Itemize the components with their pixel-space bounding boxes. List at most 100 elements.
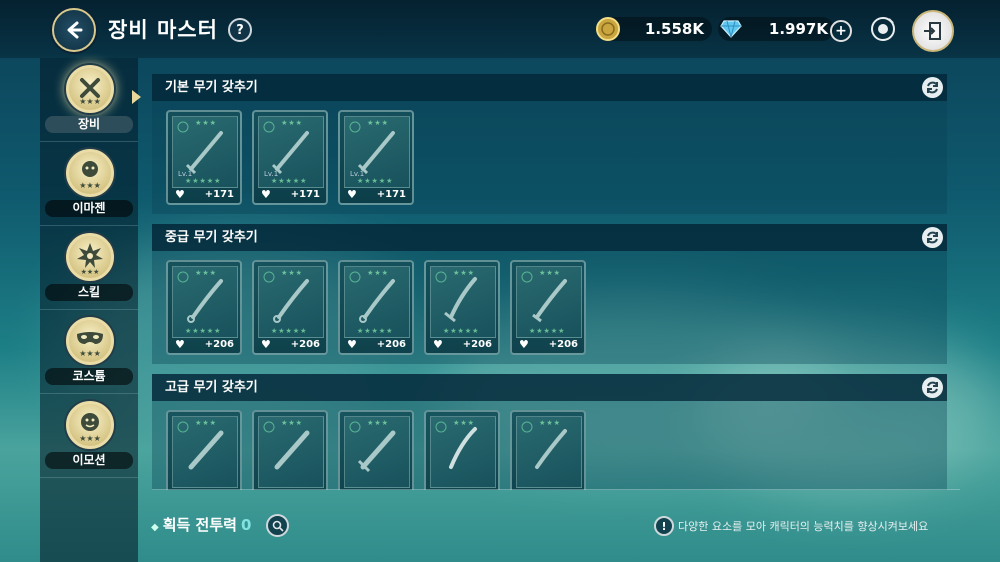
heart-icon: ♥ — [433, 338, 443, 351]
weapon-card[interactable]: ★★★ — [424, 410, 500, 490]
card-value: +171 — [376, 189, 406, 200]
gold-amount: 1.558K — [644, 20, 704, 38]
info-icon: ! — [654, 516, 674, 536]
refresh-button[interactable] — [922, 77, 943, 98]
weapon-card[interactable]: ★★★ ★★★★★ ♥ +206 — [166, 260, 242, 355]
section-title: 기본 무기 갖추기 — [165, 80, 258, 95]
svg-text:★★★: ★★★ — [79, 97, 101, 106]
card-stars: ★★★★★ — [185, 177, 222, 185]
weapon-card[interactable]: ★★★ — [252, 410, 328, 490]
bullet-icon: ◆ — [151, 522, 159, 533]
equipment-icon: ★★★ — [66, 65, 114, 113]
weapon-card[interactable]: ★★★ ★★★★★ ♥ +206 — [252, 260, 328, 355]
svg-text:★★★: ★★★ — [81, 268, 100, 276]
sidebar-item-label: 코스튬 — [45, 368, 133, 385]
card-stars: ★★★★★ — [271, 177, 308, 185]
sidebar-item-equipment[interactable]: ★★★ 장비 — [40, 58, 141, 142]
back-button[interactable] — [52, 8, 96, 52]
svg-text:★★★: ★★★ — [79, 181, 101, 190]
weapon-image: ★★★ Lv.1 ★★★★★ — [172, 116, 238, 188]
imagen-icon: ★★★ — [66, 149, 114, 197]
sidebar-item-label: 스킬 — [45, 284, 133, 301]
section-title: 고급 무기 갖추기 — [165, 380, 258, 395]
sidebar-item-emotion[interactable]: ★★★ 이모션 — [40, 394, 138, 478]
heart-icon: ♥ — [261, 188, 271, 201]
svg-text:★★★: ★★★ — [79, 349, 101, 358]
card-value: +171 — [204, 189, 234, 200]
weapon-card[interactable]: ★★★ Lv.1 ★★★★★ ♥ +171 — [338, 110, 414, 205]
collection-list[interactable]: 기본 무기 갖추기 ★★★ Lv.1 ★★★★★ ♥ +171 ★★★ Lv.1… — [152, 72, 947, 490]
exit-button[interactable] — [912, 10, 954, 52]
weapon-card[interactable]: ★★★ ★★★★★ ♥ +206 — [424, 260, 500, 355]
sidebar-item-skill[interactable]: ★★★ 스킬 — [40, 226, 138, 310]
weapon-card[interactable]: ★★★ ★★★★★ ♥ +206 — [510, 260, 586, 355]
emotion-icon: ★★★ — [66, 401, 114, 449]
card-grade-stars: ★★★ — [453, 419, 475, 427]
card-value: +206 — [204, 339, 234, 350]
hint-text: 다양한 요소를 모아 캐릭터의 능력치를 향상시켜보세요 — [678, 520, 929, 533]
heart-icon: ♥ — [261, 338, 271, 351]
refresh-icon — [927, 231, 938, 244]
weapon-card[interactable]: ★★★ — [510, 410, 586, 490]
saber-icon — [435, 421, 477, 469]
exit-door-icon — [924, 22, 941, 40]
add-diamond-button[interactable]: + — [830, 20, 852, 42]
heart-icon: ♥ — [347, 338, 357, 351]
back-arrow-icon — [67, 21, 83, 39]
refresh-button[interactable] — [922, 377, 943, 398]
sidebar-item-imagen[interactable]: ★★★ 이마젠 — [40, 142, 138, 226]
card-grade-stars: ★★★ — [281, 119, 303, 127]
card-grade-stars: ★★★ — [367, 119, 389, 127]
search-icon — [272, 520, 284, 532]
diamond-icon — [720, 20, 742, 38]
sidebar-item-label: 이모션 — [45, 452, 133, 469]
card-grade-stars: ★★★ — [453, 269, 475, 277]
power-detail-button[interactable] — [266, 514, 289, 537]
gold-coin-icon — [596, 17, 620, 41]
section-basic-header: 기본 무기 갖추기 — [152, 74, 947, 101]
diamond-amount: 1.997K — [768, 20, 828, 38]
sidebar-item-label: 이마젠 — [45, 200, 133, 217]
heart-icon: ♥ — [175, 338, 185, 351]
power-label: 획득 전투력 — [162, 516, 237, 534]
record-icon — [871, 17, 895, 41]
card-stars: ★★★★★ — [443, 327, 480, 335]
section-title: 중급 무기 갖추기 — [165, 230, 258, 245]
weapon-image: ★★★ ★★★★★ — [172, 266, 238, 338]
gold-counter: 1.558K — [596, 17, 712, 41]
costume-icon: ★★★ — [66, 317, 114, 365]
record-button[interactable] — [870, 16, 896, 42]
weapon-image: ★★★ — [172, 416, 238, 488]
saber-icon — [521, 421, 567, 469]
section-advanced-header: 고급 무기 갖추기 — [152, 374, 947, 401]
sidebar-item-costume[interactable]: ★★★ 코스튬 — [40, 310, 138, 394]
skill-icon: ★★★ — [66, 233, 114, 281]
svg-text:★★★: ★★★ — [79, 434, 101, 443]
weapon-card[interactable]: ★★★ — [166, 410, 242, 490]
card-grade-stars: ★★★ — [367, 269, 389, 277]
refresh-button[interactable] — [922, 227, 943, 248]
top-bar: 장비 마스터 ? 1.558K 1.997K + — [0, 0, 1000, 58]
weapon-image: ★★★ ★★★★★ — [430, 266, 496, 338]
refresh-icon — [927, 381, 938, 394]
card-value: +206 — [290, 339, 320, 350]
sidebar: ★★★ 장비 ★★★ 이마젠 ★★★ 스킬 ★★★ 코스튬 ★★★ 이모션 — [40, 58, 141, 562]
diamond-counter: 1.997K — [718, 17, 834, 41]
power-value: 0 — [240, 516, 252, 534]
card-stars: ★★★★★ — [357, 327, 394, 335]
weapon-card[interactable]: ★★★ Lv.1 ★★★★★ ♥ +171 — [166, 110, 242, 205]
card-grade-stars: ★★★ — [195, 419, 217, 427]
weapon-image: ★★★ Lv.1 ★★★★★ — [258, 116, 324, 188]
card-value: +206 — [548, 339, 578, 350]
weapon-card[interactable]: ★★★ — [338, 410, 414, 490]
help-button[interactable]: ? — [228, 18, 252, 42]
weapon-card[interactable]: ★★★ ★★★★★ ♥ +206 — [338, 260, 414, 355]
sidebar-item-label: 장비 — [45, 116, 133, 133]
heart-icon: ♥ — [347, 188, 357, 201]
card-grade-stars: ★★★ — [281, 269, 303, 277]
weapon-card[interactable]: ★★★ Lv.1 ★★★★★ ♥ +171 — [252, 110, 328, 205]
card-grade-stars: ★★★ — [281, 419, 303, 427]
divider — [152, 489, 960, 490]
weapon-image: ★★★ — [430, 416, 496, 488]
card-stars: ★★★★★ — [357, 177, 394, 185]
